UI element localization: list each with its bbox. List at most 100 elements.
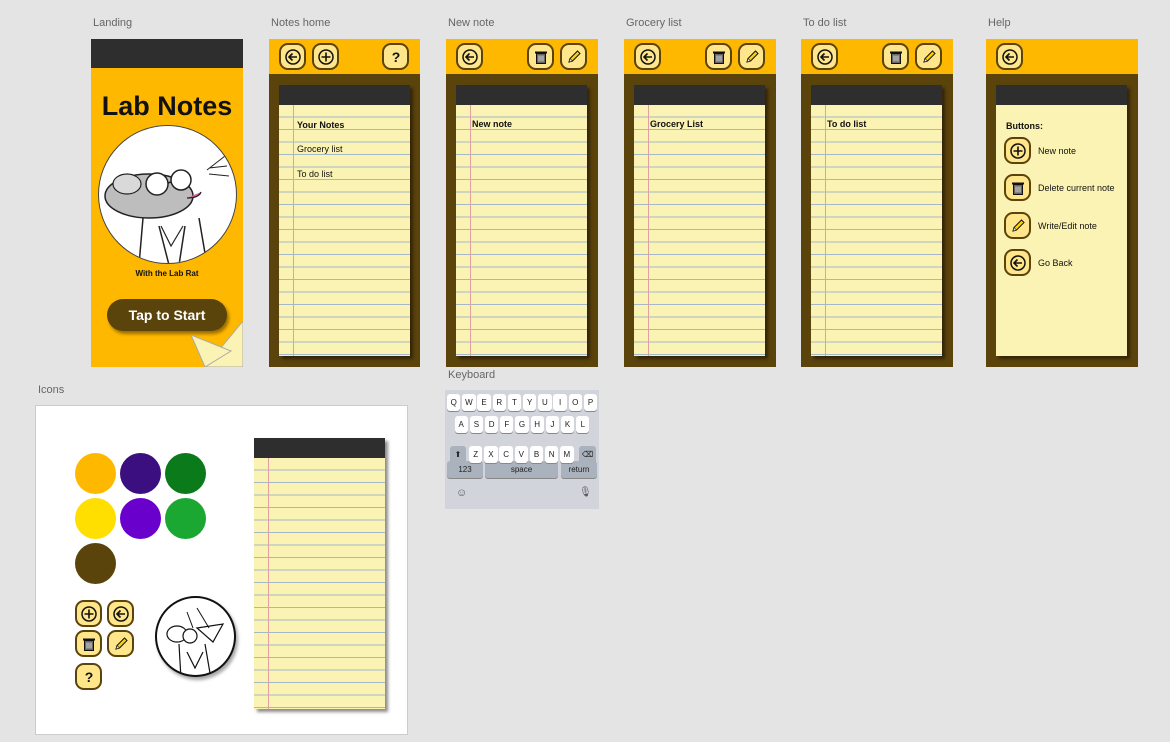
key-r[interactable]: R — [492, 394, 506, 411]
swatch-purple — [120, 498, 161, 539]
question-icon: ? — [81, 669, 97, 685]
help-edit-icon-box — [1004, 212, 1031, 239]
key-v[interactable]: V — [514, 446, 528, 463]
pencil-icon — [566, 49, 582, 65]
return-key[interactable]: return — [561, 461, 597, 478]
key-b[interactable]: B — [529, 446, 544, 463]
microphone-icon[interactable]: 🎙 — [579, 487, 592, 498]
trash-icon — [1010, 180, 1026, 196]
todo-list-screen: To do list — [801, 39, 953, 367]
back-button[interactable] — [456, 43, 483, 70]
back-arrow-icon — [461, 48, 478, 65]
icon-sample-trash — [75, 630, 102, 657]
trash-icon — [888, 49, 904, 65]
swatch-brown — [75, 543, 116, 584]
icons-board: ? — [35, 405, 408, 735]
key-k[interactable]: K — [560, 416, 575, 433]
help-delete-label: Delete current note — [1038, 183, 1115, 193]
back-arrow-icon — [639, 48, 656, 65]
question-icon: ? — [388, 49, 404, 65]
key-h[interactable]: H — [530, 416, 544, 433]
note-heading[interactable]: New note — [472, 119, 512, 129]
help-edit-label: Write/Edit note — [1038, 221, 1097, 231]
note-link-todo[interactable]: To do list — [297, 169, 333, 179]
swatch-green — [165, 453, 206, 494]
key-s[interactable]: S — [469, 416, 484, 433]
key-j[interactable]: J — [545, 416, 560, 433]
note-heading[interactable]: To do list — [827, 119, 866, 129]
key-o[interactable]: O — [568, 394, 582, 411]
swatch-light-green — [165, 498, 206, 539]
key-d[interactable]: D — [484, 416, 499, 433]
back-button[interactable] — [634, 43, 661, 70]
note-link-grocery[interactable]: Grocery list — [297, 144, 343, 154]
key-n[interactable]: N — [545, 446, 559, 463]
frame-label-help: Help — [988, 17, 1011, 29]
svg-text:?: ? — [391, 49, 400, 65]
numbers-key[interactable]: 123 — [447, 461, 483, 478]
key-z[interactable]: Z — [469, 446, 483, 463]
key-e[interactable]: E — [477, 394, 491, 411]
space-key[interactable]: space — [485, 461, 558, 478]
plus-icon — [80, 605, 97, 622]
icon-sample-back — [107, 600, 134, 627]
notepad: To do list — [811, 85, 942, 356]
pencil-icon — [113, 636, 129, 652]
add-note-button[interactable] — [312, 43, 339, 70]
pencil-icon — [744, 49, 760, 65]
landing-screen: Lab Notes With the Lab Rat Tap to Start — [91, 39, 243, 367]
lab-rat-outline-icon — [155, 596, 236, 677]
notepad: New note — [456, 85, 587, 356]
key-t[interactable]: T — [507, 394, 522, 411]
app-subtitle: With the Lab Rat — [135, 269, 199, 278]
edit-button[interactable] — [915, 43, 942, 70]
key-y[interactable]: Y — [523, 394, 537, 411]
key-i[interactable]: I — [553, 394, 567, 411]
notepad-template — [254, 438, 385, 709]
back-button[interactable] — [811, 43, 838, 70]
help-button[interactable]: ? — [382, 43, 409, 70]
plus-icon — [317, 48, 334, 65]
back-arrow-icon — [816, 48, 833, 65]
key-w[interactable]: W — [462, 394, 476, 411]
key-x[interactable]: X — [484, 446, 498, 463]
key-u[interactable]: U — [538, 394, 552, 411]
delete-button[interactable] — [705, 43, 732, 70]
key-m[interactable]: M — [560, 446, 574, 463]
icon-sample-pencil — [107, 630, 134, 657]
plus-icon — [1009, 142, 1026, 159]
key-f[interactable]: F — [500, 416, 514, 433]
pencil-icon — [921, 49, 937, 65]
key-q[interactable]: Q — [447, 394, 461, 411]
help-screen: Buttons: New note Delete current note Wr… — [986, 39, 1138, 367]
trash-icon — [533, 49, 549, 65]
swatch-dark-purple — [120, 453, 161, 494]
note-heading[interactable]: Grocery List — [650, 119, 703, 129]
frame-label-new-note: New note — [448, 17, 495, 29]
new-note-screen: New note — [446, 39, 598, 367]
delete-button[interactable] — [527, 43, 554, 70]
help-back-icon-box — [1004, 249, 1031, 276]
back-arrow-icon — [1009, 254, 1026, 271]
notes-home-screen: ? Your Notes Grocery list To do list — [269, 39, 420, 367]
frame-label-todo: To do list — [803, 17, 847, 29]
back-button[interactable] — [996, 43, 1023, 70]
help-back-label: Go Back — [1038, 258, 1073, 268]
key-a[interactable]: A — [454, 416, 468, 433]
frame-label-icons: Icons — [38, 384, 65, 396]
swatch-amber — [75, 453, 116, 494]
edit-button[interactable] — [738, 43, 765, 70]
trash-icon — [711, 49, 727, 65]
back-arrow-icon — [1001, 48, 1018, 65]
key-g[interactable]: G — [515, 416, 529, 433]
key-p[interactable]: P — [583, 394, 598, 411]
key-l[interactable]: L — [576, 416, 590, 433]
key-c[interactable]: C — [499, 446, 513, 463]
emoji-icon[interactable]: ☺ — [456, 487, 467, 499]
delete-button[interactable] — [882, 43, 909, 70]
back-button[interactable] — [279, 43, 306, 70]
icon-sample-plus — [75, 600, 102, 627]
edit-button[interactable] — [560, 43, 587, 70]
keyboard: ⬆ ⌫ 123 space return ☺ 🎙 QWERTYUIOPASDFG… — [445, 390, 599, 509]
status-bar — [91, 39, 243, 68]
